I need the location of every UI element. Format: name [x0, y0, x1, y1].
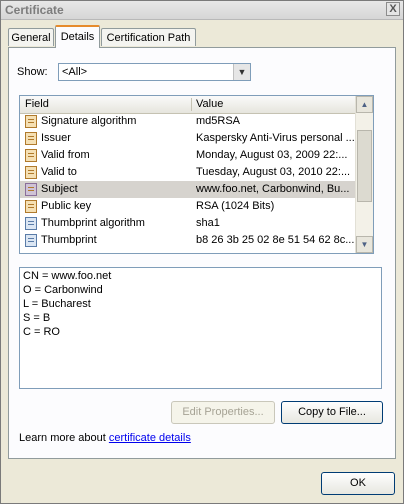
certificate-window: Certificate X General Details Certificat… [0, 0, 404, 504]
column-header-value[interactable]: Value [196, 98, 223, 110]
certificate-details-link[interactable]: certificate details [109, 432, 191, 444]
detail-line: L = Bucharest [23, 298, 91, 310]
chevron-down-icon[interactable]: ▼ [233, 64, 250, 80]
scrollbar-thumb[interactable] [357, 130, 372, 202]
close-button[interactable]: X [386, 2, 400, 16]
detail-line: C = RO [23, 326, 60, 338]
title-bar: Certificate X [1, 1, 403, 20]
details-panel: Show: <All> ▼ Field Value Signature algo… [8, 47, 396, 459]
list-item-selected[interactable]: Subject www.foo.net, Carbonwind, Bu... [20, 181, 357, 198]
copy-to-file-button[interactable]: Copy to File... [281, 401, 383, 424]
column-divider[interactable] [191, 98, 192, 111]
property-field-icon [25, 217, 37, 230]
list-item[interactable]: Valid to Tuesday, August 03, 2010 22:... [20, 164, 357, 181]
field-name: Public key [41, 200, 92, 212]
list-item[interactable]: Issuer Kaspersky Anti-Virus personal ... [20, 130, 357, 147]
certificate-field-icon [25, 115, 37, 128]
certificate-field-icon [25, 149, 37, 162]
list-item[interactable]: Public key RSA (1024 Bits) [20, 198, 357, 215]
field-value: www.foo.net, Carbonwind, Bu... [196, 183, 350, 195]
column-header-field[interactable]: Field [25, 98, 49, 110]
field-name: Subject [41, 183, 78, 195]
field-value: b8 26 3b 25 02 8e 51 54 62 8c... [196, 234, 354, 246]
field-name: Signature algorithm [41, 115, 137, 127]
detail-line: CN = www.foo.net [23, 270, 112, 282]
field-value: Tuesday, August 03, 2010 22:... [196, 166, 351, 178]
field-value: md5RSA [196, 115, 241, 127]
scroll-down-icon[interactable]: ▼ [356, 236, 373, 253]
list-item[interactable]: Signature algorithm md5RSA [20, 113, 357, 130]
field-name: Thumbprint [41, 234, 97, 246]
list-scrollbar[interactable]: ▲ ▼ [355, 96, 373, 253]
tab-details[interactable]: Details [55, 25, 100, 48]
property-field-icon [25, 234, 37, 247]
field-value: sha1 [196, 217, 220, 229]
scroll-up-icon[interactable]: ▲ [356, 96, 373, 113]
certificate-field-icon [25, 200, 37, 213]
tab-certification-path[interactable]: Certification Path [101, 28, 196, 46]
field-value: Monday, August 03, 2009 22:... [196, 149, 348, 161]
list-header: Field Value [20, 96, 357, 114]
field-detail-box[interactable]: CN = www.foo.net O = Carbonwind L = Buch… [19, 267, 382, 389]
show-select[interactable]: <All> ▼ [58, 63, 251, 81]
field-name: Valid from [41, 149, 90, 161]
show-select-value: <All> [62, 66, 88, 78]
field-name: Issuer [41, 132, 71, 144]
field-name: Valid to [41, 166, 77, 178]
field-list[interactable]: Field Value Signature algorithm md5RSA I… [19, 95, 374, 254]
learn-more-prefix: Learn more about [19, 432, 109, 444]
field-value: RSA (1024 Bits) [196, 200, 275, 212]
field-name: Thumbprint algorithm [41, 217, 145, 229]
field-value: Kaspersky Anti-Virus personal ... [196, 132, 354, 144]
certificate-field-icon [25, 132, 37, 145]
list-item[interactable]: Valid from Monday, August 03, 2009 22:..… [20, 147, 357, 164]
list-item[interactable]: Thumbprint algorithm sha1 [20, 215, 357, 232]
tab-general[interactable]: General [8, 28, 54, 46]
detail-line: O = Carbonwind [23, 284, 103, 296]
certificate-field-icon [25, 166, 37, 179]
list-item[interactable]: Thumbprint b8 26 3b 25 02 8e 51 54 62 8c… [20, 232, 357, 249]
edit-properties-button[interactable]: Edit Properties... [171, 401, 275, 424]
detail-line: S = B [23, 312, 51, 324]
show-label: Show: [17, 66, 48, 78]
certificate-field-icon [25, 183, 37, 196]
learn-more-text: Learn more about certificate details [19, 432, 191, 444]
ok-button[interactable]: OK [321, 472, 395, 495]
window-title: Certificate [5, 3, 64, 17]
